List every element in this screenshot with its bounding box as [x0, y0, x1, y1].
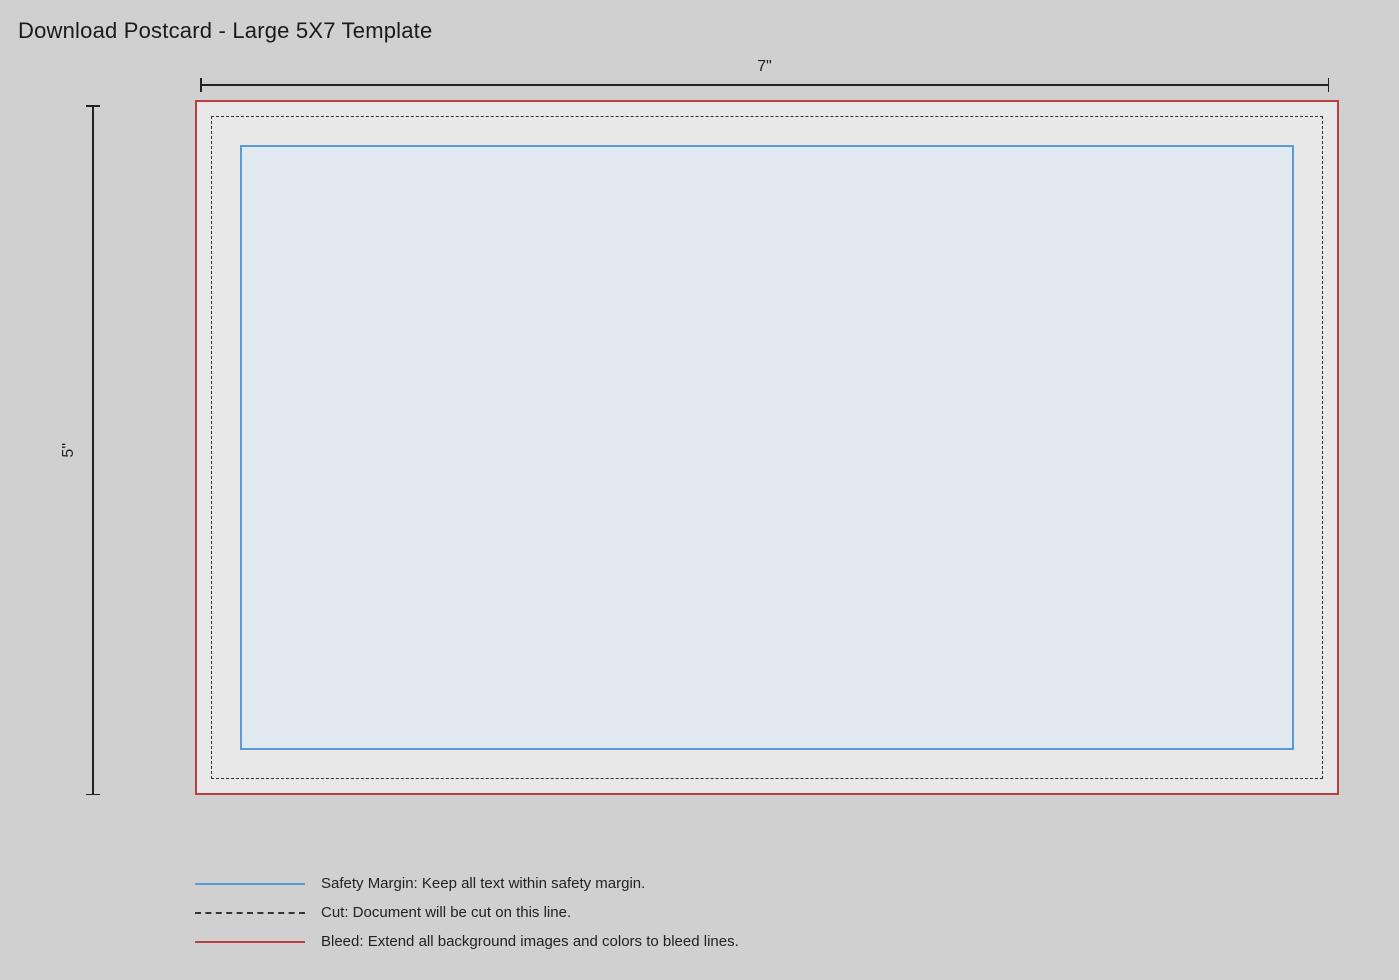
legend-item-cut: Cut: Document will be cut on this line.	[195, 904, 739, 921]
safety-margin-border	[240, 145, 1294, 750]
vertical-dimension: 5"	[60, 105, 100, 795]
arrow-h-line	[200, 84, 1329, 86]
legend-text-safety: Safety Margin: Keep all text within safe…	[321, 875, 645, 892]
legend-line-red	[195, 941, 305, 943]
tick-right	[1328, 78, 1330, 92]
cut-border	[211, 116, 1323, 779]
arrow-v-line	[92, 107, 94, 794]
horizontal-dimension: 7"	[200, 58, 1329, 92]
vertical-arrow	[86, 105, 100, 795]
legend-line-blue	[195, 883, 305, 885]
legend-item-bleed: Bleed: Extend all background images and …	[195, 933, 739, 950]
horizontal-label: 7"	[757, 58, 772, 76]
legend-text-cut: Cut: Document will be cut on this line.	[321, 904, 571, 921]
vertical-label: 5"	[60, 443, 78, 458]
template-area	[195, 100, 1339, 795]
horizontal-arrow	[200, 78, 1329, 92]
legend-item-safety: Safety Margin: Keep all text within safe…	[195, 875, 739, 892]
legend-line-dashed	[195, 912, 305, 914]
legend-text-bleed: Bleed: Extend all background images and …	[321, 933, 739, 950]
page-title: Download Postcard - Large 5X7 Template	[18, 18, 432, 44]
tick-bottom	[86, 794, 100, 796]
bleed-border	[195, 100, 1339, 795]
legend: Safety Margin: Keep all text within safe…	[195, 875, 739, 950]
